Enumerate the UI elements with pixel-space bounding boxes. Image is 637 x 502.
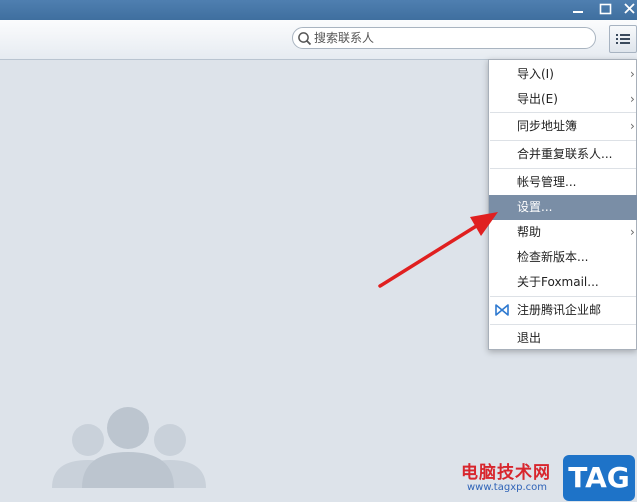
menu-divider	[490, 168, 636, 169]
menu-item-label: 检查新版本...	[517, 250, 589, 264]
list-menu-icon	[616, 34, 630, 44]
menu-item-label: 退出	[517, 331, 542, 345]
list-menu-button[interactable]	[609, 25, 637, 53]
menu-item-label: 合并重复联系人...	[517, 147, 613, 161]
menu-divider	[490, 140, 636, 141]
menu-divider	[490, 296, 636, 297]
menu-divider	[490, 112, 636, 113]
menu-item-import[interactable]: 导入(I) ›	[489, 62, 637, 87]
watermark: 电脑技术网 www.tagxp.com TAG	[455, 452, 637, 502]
menu-item-exit[interactable]: 退出	[489, 326, 637, 351]
menu-item-label: 帐号管理...	[517, 175, 577, 189]
menu-item-help[interactable]: 帮助 ›	[489, 220, 637, 245]
menu-item-export[interactable]: 导出(E) ›	[489, 87, 637, 112]
contacts-placeholder-image	[48, 404, 208, 488]
watermark-url: www.tagxp.com	[467, 482, 547, 493]
menu-item-label: 导入(I)	[517, 67, 554, 81]
menu-item-label: 导出(E)	[517, 92, 558, 106]
menu-item-label: 帮助	[517, 225, 542, 239]
search-input[interactable]	[314, 30, 584, 46]
maximize-icon[interactable]	[596, 0, 616, 20]
menu-item-label: 注册腾讯企业邮	[517, 303, 602, 317]
search-box[interactable]	[292, 27, 596, 49]
toolbar	[0, 20, 637, 60]
chevron-right-icon: ›	[630, 225, 635, 239]
minimize-icon[interactable]	[568, 0, 588, 20]
menu-item-account-management[interactable]: 帐号管理...	[489, 170, 637, 195]
menu-item-label: 设置...	[517, 200, 553, 214]
tencent-mail-icon	[495, 304, 509, 316]
tag-logo: TAG	[563, 455, 635, 501]
close-icon[interactable]	[620, 0, 637, 20]
menu-item-check-update[interactable]: 检查新版本...	[489, 245, 637, 270]
main-dropdown-menu: 导入(I) › 导出(E) › 同步地址簿 › 合并重复联系人... 帐号管理.…	[488, 59, 637, 350]
search-icon	[298, 32, 312, 46]
menu-item-label: 同步地址簿	[517, 119, 578, 133]
watermark-text: 电脑技术网	[461, 463, 551, 483]
menu-item-settings[interactable]: 设置...	[489, 195, 637, 220]
menu-item-register-exmail[interactable]: 注册腾讯企业邮	[489, 298, 637, 323]
chevron-right-icon: ›	[630, 67, 635, 81]
chevron-right-icon: ›	[630, 119, 635, 133]
menu-item-merge-duplicates[interactable]: 合并重复联系人...	[489, 142, 637, 167]
menu-divider	[490, 324, 636, 325]
chevron-right-icon: ›	[630, 92, 635, 106]
menu-item-sync-address-book[interactable]: 同步地址簿 ›	[489, 114, 637, 139]
menu-item-about[interactable]: 关于Foxmail...	[489, 270, 637, 295]
menu-item-label: 关于Foxmail...	[517, 275, 599, 289]
title-bar	[0, 0, 637, 20]
